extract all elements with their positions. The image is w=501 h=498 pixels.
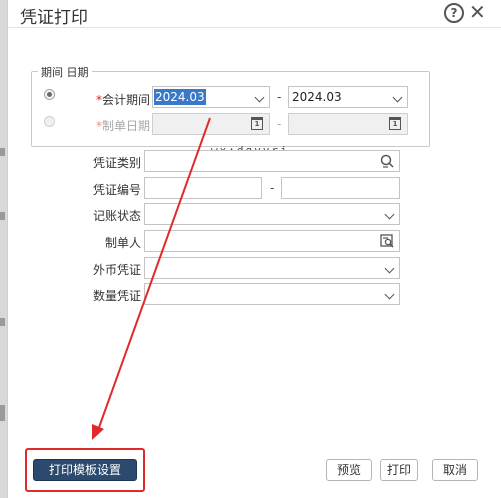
chevron-down-icon [392,92,403,103]
cancel-button[interactable]: 取消 [432,459,478,481]
posting-status-label: 记账状态 [92,209,141,223]
background-window-edge [0,0,7,498]
entry-date-from-field[interactable]: 1 [152,113,270,135]
period-to-select[interactable]: 2024.03 [288,86,408,108]
background-window-mark [0,212,5,220]
foreign-currency-voucher-label: 外币凭证 [92,263,141,277]
voucher-number-from-input[interactable] [144,177,262,199]
background-window-mark [0,405,5,421]
title-divider [8,27,501,28]
quantity-voucher-select[interactable] [144,283,400,305]
voucher-type-label: 凭证类别 [92,156,141,170]
print-button[interactable]: 打印 [380,459,418,481]
chevron-down-icon [384,289,395,300]
preparer-field[interactable] [144,230,400,252]
foreign-currency-voucher-select[interactable] [144,257,400,279]
preparer-label: 制单人 [104,236,141,250]
lookup-list-icon[interactable] [379,233,395,249]
period-from-select[interactable]: 2024.03 [152,86,270,108]
period-from-value: 2024.03 [154,89,206,105]
accounting-period-radio[interactable] [44,89,55,100]
search-icon[interactable] [379,153,395,169]
period-date-group [31,71,430,147]
accounting-period-label: *会计期间 [96,91,150,108]
period-date-legend: 期间 日期 [38,64,92,80]
voucher-number-separator: - [270,181,275,195]
period-range-separator: - [277,90,282,104]
background-window-mark [0,148,5,156]
help-icon[interactable]: ? [444,3,464,23]
chevron-down-icon [254,92,265,103]
accounting-period-label-text: 会计期间 [102,93,151,107]
close-icon[interactable]: ✕ [469,0,486,24]
preview-button[interactable]: 预览 [326,459,372,481]
entry-date-separator: - [277,117,282,131]
posting-status-select[interactable] [144,203,400,225]
background-window-mark [0,318,5,326]
voucher-number-to-input[interactable] [281,177,400,199]
chevron-down-icon [384,263,395,274]
period-to-value: 2024.03 [292,90,342,104]
quantity-voucher-label: 数量凭证 [92,289,141,303]
entry-date-label-text: 制单日期 [102,119,151,133]
calendar-icon[interactable]: 1 [389,117,401,130]
print-template-settings-button[interactable]: 打印模板设置 [33,459,137,481]
chevron-down-icon [384,209,395,220]
voucher-print-dialog: 凭证打印 ? ✕ 期间 日期 *会计期间 2024.03 - 2024.03 *… [7,0,501,498]
entry-date-radio[interactable] [44,116,55,127]
voucher-number-label: 凭证编号 [92,183,141,197]
dialog-title: 凭证打印 [20,8,88,28]
calendar-icon[interactable]: 1 [251,117,263,130]
entry-date-to-field[interactable]: 1 [288,113,408,135]
entry-date-label: *制单日期 [96,117,150,134]
voucher-type-field[interactable] [144,150,400,172]
